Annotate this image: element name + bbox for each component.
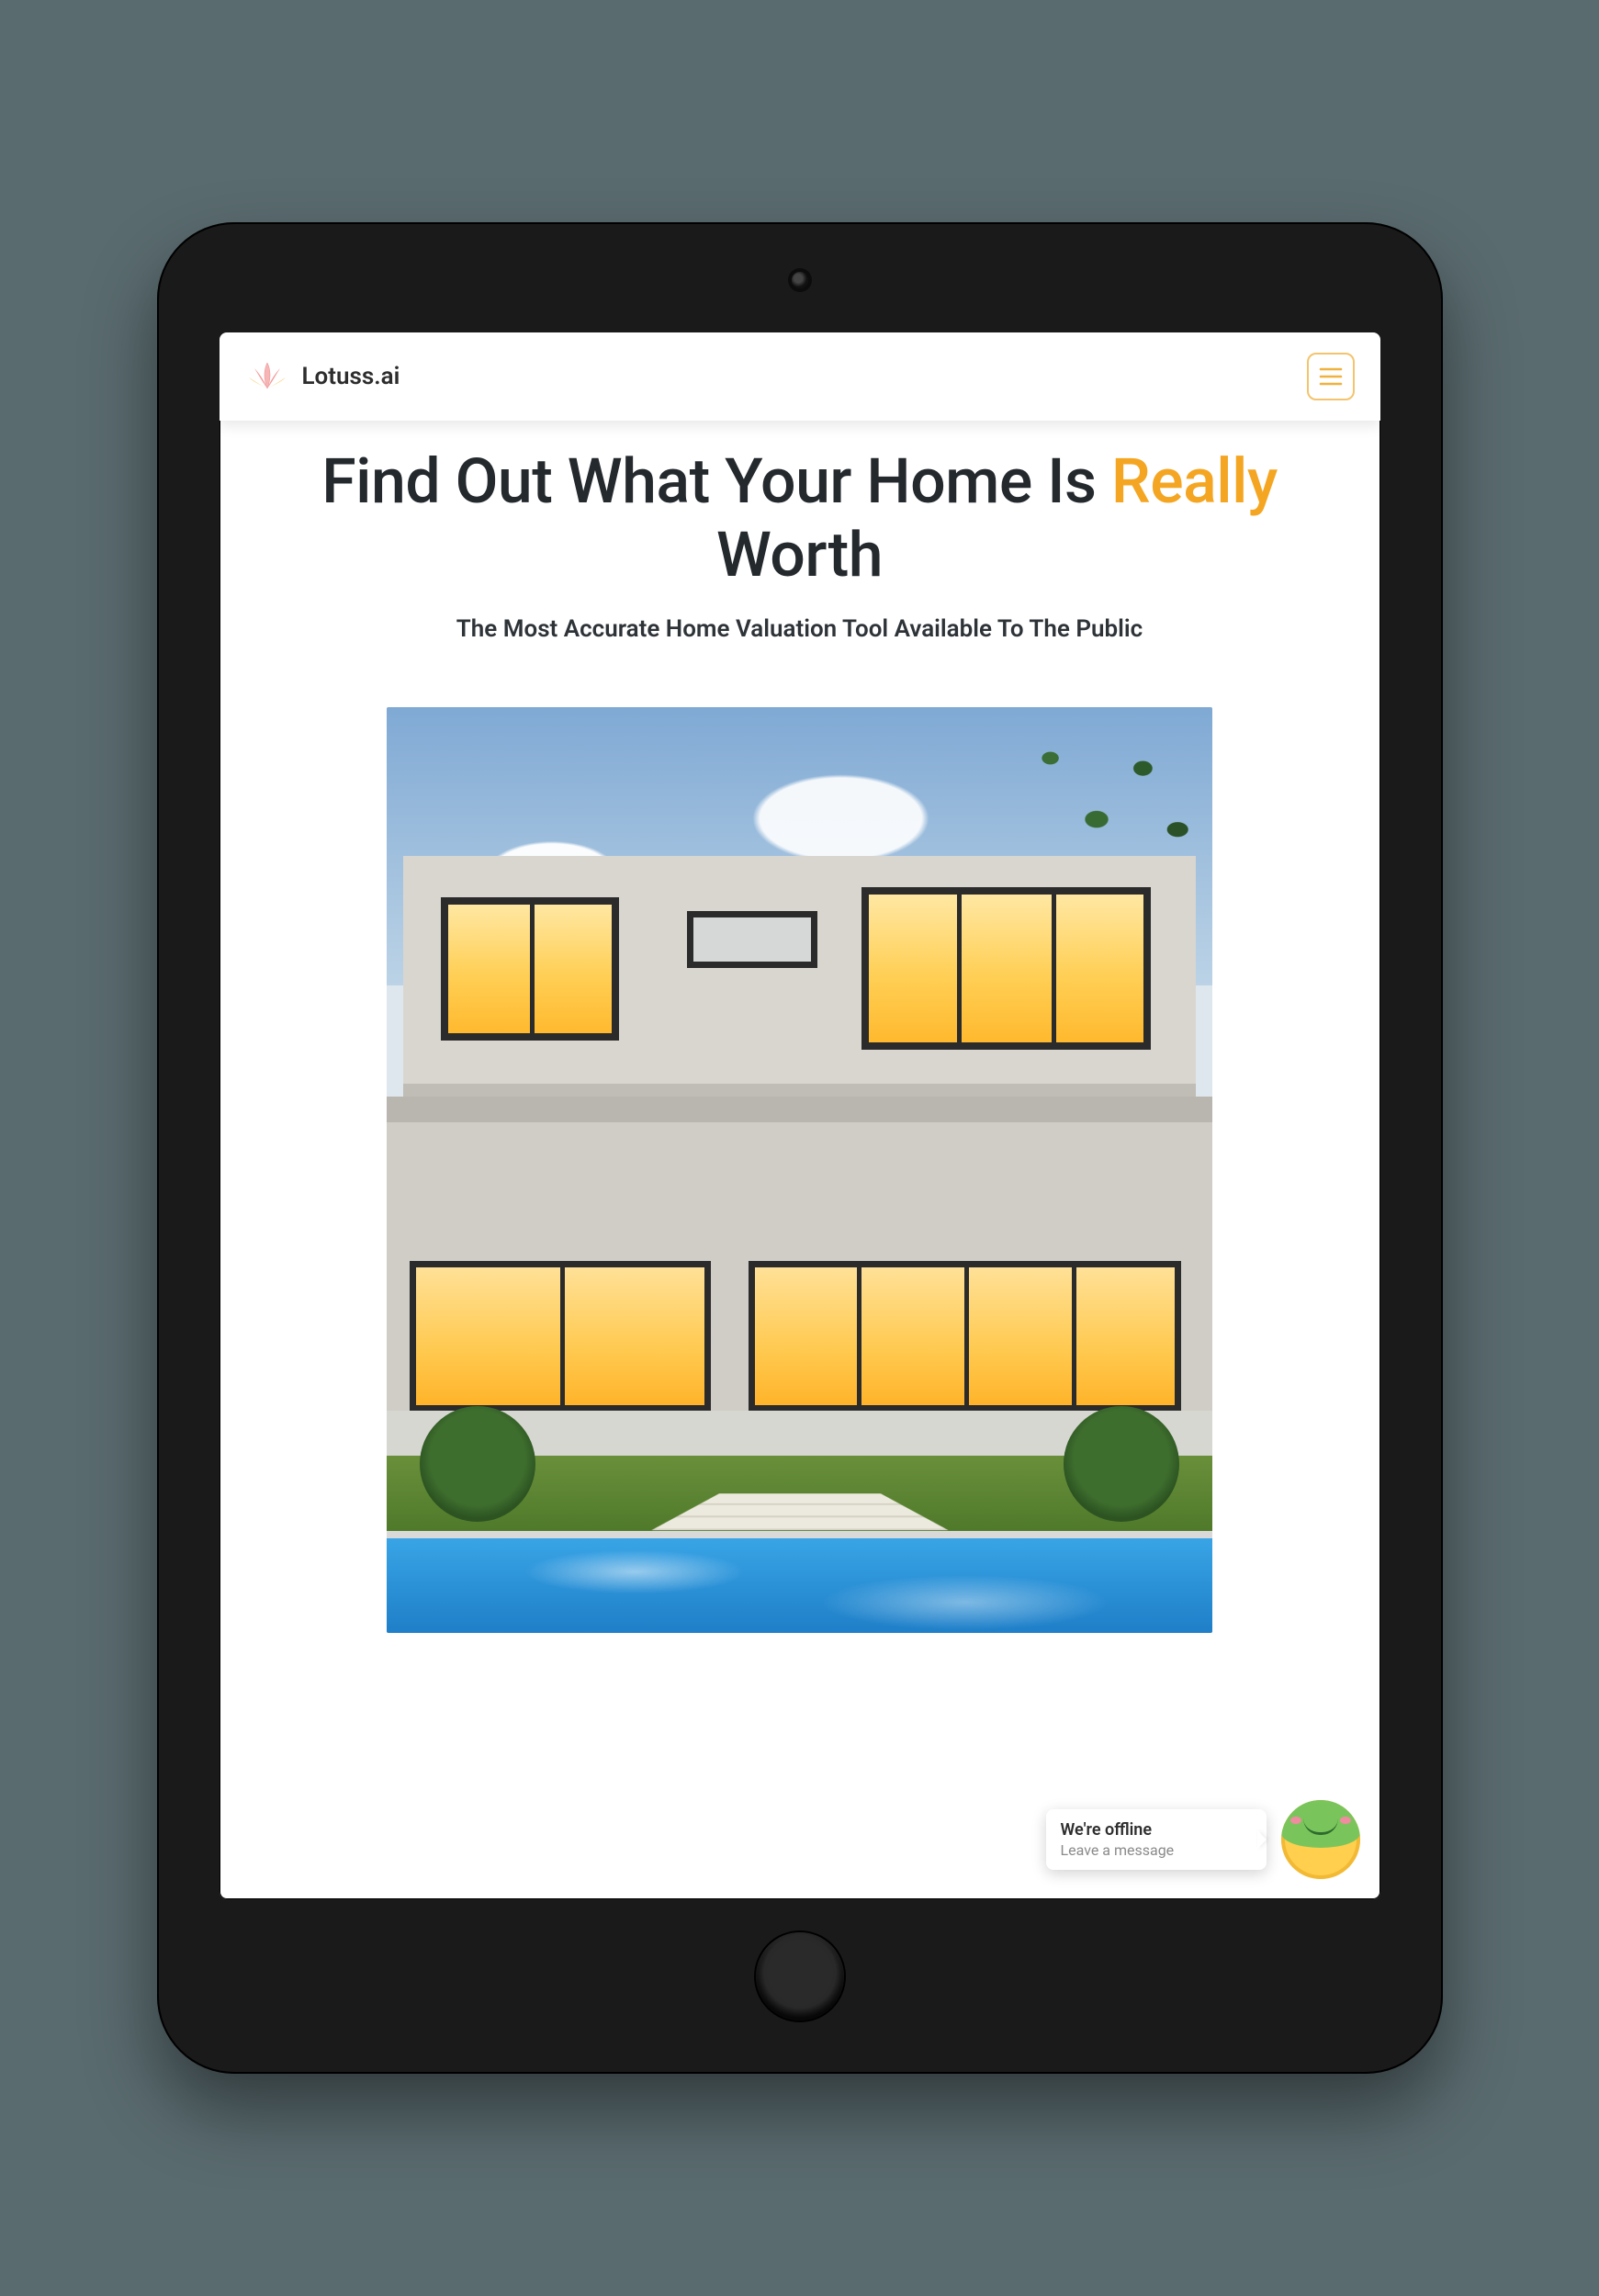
chat-widget: We're offline Leave a message [1046,1800,1360,1879]
hero-image [387,707,1213,1633]
brand[interactable]: Lotuss.ai [245,357,400,396]
hero-subtitle: The Most Accurate Home Valuation Tool Av… [256,615,1344,643]
home-button[interactable] [756,1932,844,2020]
tablet-frame: Lotuss.ai Find Out What Your Home Is Rea… [157,222,1443,2074]
hero-title-accent: Really [1111,445,1278,518]
hero-title: Find Out What Your Home Is Really Worth [256,445,1344,591]
chat-avatar-button[interactable] [1281,1800,1360,1879]
hero-title-pre: Find Out What Your Home Is [321,445,1111,518]
hero: Find Out What Your Home Is Really Worth … [220,421,1380,680]
menu-button[interactable] [1307,353,1355,400]
hamburger-icon [1319,366,1343,387]
screen: Lotuss.ai Find Out What Your Home Is Rea… [220,332,1380,1899]
lotus-icon [245,357,289,396]
chat-bubble[interactable]: We're offline Leave a message [1046,1809,1267,1870]
hero-title-post: Worth [716,518,883,591]
brand-name: Lotuss.ai [302,363,400,390]
app-header: Lotuss.ai [220,332,1380,421]
chat-status: We're offline [1061,1820,1248,1840]
hero-image-wrap [220,680,1380,1670]
frog-icon [1281,1800,1360,1847]
chat-cta: Leave a message [1061,1841,1248,1859]
